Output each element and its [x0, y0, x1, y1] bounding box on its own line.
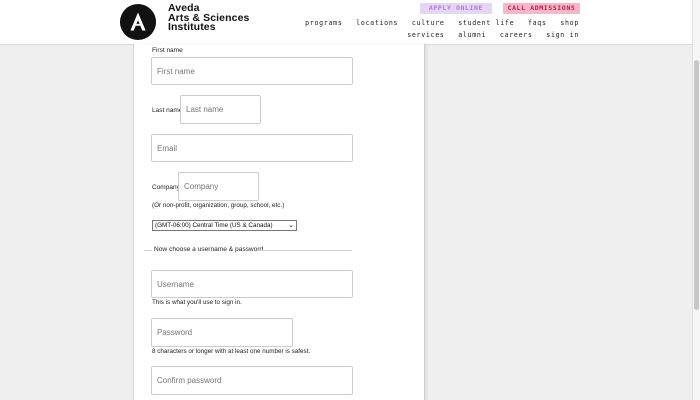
chevron-down-icon: ⌄ [288, 222, 294, 229]
nav-link-student-life[interactable]: student life [458, 19, 514, 27]
first-name-field[interactable]: First name [151, 57, 353, 85]
nav-link-careers[interactable]: careers [500, 31, 533, 39]
scrollbar-thumb[interactable] [694, 60, 699, 310]
site-header: Aveda Arts & Sciences Institutes APPLY O… [0, 0, 700, 45]
nav-link-sign-in[interactable]: sign in [546, 31, 579, 39]
password-help-text: 8 characters or longer with at least one… [152, 348, 311, 355]
account-section-title: Now choose a username & password [154, 246, 268, 253]
first-name-label: First name [152, 47, 183, 54]
username-help-text: This is what you'll use to sign in. [152, 299, 242, 306]
call-admissions-button[interactable]: CALL ADMISSIONS [503, 3, 580, 14]
username-field[interactable]: Username [151, 270, 353, 298]
page-scrollbar[interactable] [692, 0, 700, 400]
last-name-field[interactable]: Last name [180, 95, 261, 124]
company-field[interactable]: Company [178, 172, 259, 201]
nav-link-programs[interactable]: programs [305, 19, 342, 27]
nav-link-faqs[interactable]: faqs [528, 19, 547, 27]
secondary-nav: services alumni careers sign in [398, 31, 579, 39]
company-label: Company [152, 184, 180, 191]
nav-link-shop[interactable]: shop [560, 19, 579, 27]
nav-link-locations[interactable]: locations [356, 19, 398, 27]
email-field[interactable]: Email [151, 134, 353, 162]
section-divider-right [258, 250, 352, 251]
timezone-selected-value: (GMT-06:00) Central Time (US & Canada) [155, 222, 273, 229]
main-nav: programs locations culture student life … [296, 19, 579, 27]
nav-link-culture[interactable]: culture [412, 19, 445, 27]
nav-link-alumni[interactable]: alumni [458, 31, 486, 39]
confirm-password-field[interactable]: Confirm password [151, 366, 353, 395]
aveda-logo-icon[interactable] [119, 3, 157, 41]
brand-name[interactable]: Aveda Arts & Sciences Institutes [168, 3, 249, 33]
nav-link-services[interactable]: services [407, 31, 444, 39]
brand-line-3: Institutes [168, 21, 216, 33]
last-name-label: Last name [152, 107, 183, 114]
company-help-text: (Or non-profit, organization, group, sch… [152, 202, 285, 209]
password-field[interactable]: Password [151, 318, 293, 347]
section-divider-left [144, 250, 152, 251]
timezone-select[interactable]: (GMT-06:00) Central Time (US & Canada) ⌄ [152, 220, 297, 231]
apply-online-button[interactable]: APPLY ONLINE [420, 3, 492, 14]
